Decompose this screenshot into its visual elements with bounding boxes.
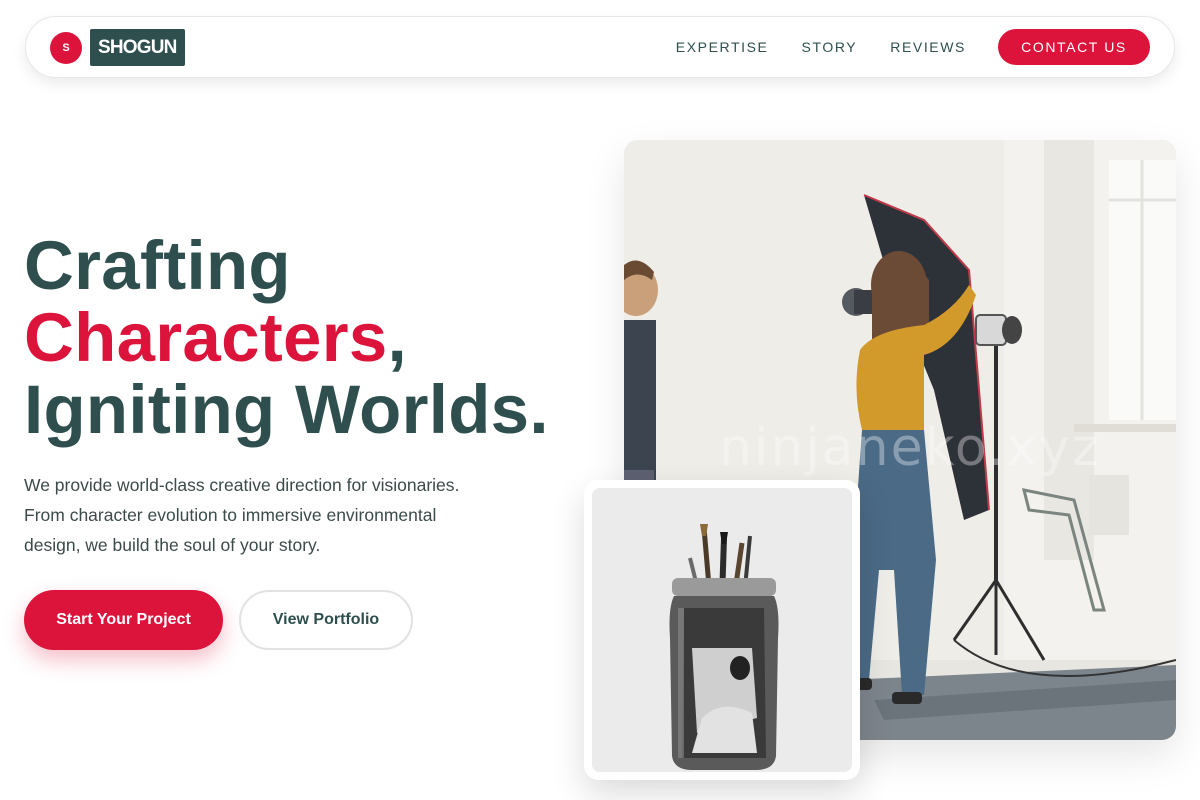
- hero-title-comma: ,: [387, 299, 408, 376]
- start-project-button[interactable]: Start Your Project: [24, 590, 223, 650]
- view-portfolio-button[interactable]: View Portfolio: [239, 590, 413, 650]
- top-navbar: S SHOGUN EXPERTISE STORY REVIEWS CONTACT…: [25, 16, 1175, 78]
- hero-title-line-3: Igniting Worlds.: [24, 371, 549, 448]
- hero-description: We provide world-class creative directio…: [24, 475, 460, 555]
- hero-title-accent-word: Characters: [24, 299, 388, 376]
- jar-photo: [592, 488, 852, 772]
- contact-us-button[interactable]: CONTACT US: [998, 29, 1150, 65]
- logo-wordmark[interactable]: SHOGUN: [90, 29, 185, 66]
- photo-card-jar: [584, 480, 860, 780]
- hero-title-line-1: Crafting: [24, 227, 291, 304]
- nav-link-reviews[interactable]: REVIEWS: [890, 39, 966, 55]
- hero-title-line-2: Characters,: [24, 302, 549, 374]
- nav-links: EXPERTISE STORY REVIEWS: [676, 17, 966, 77]
- logo-mark[interactable]: S: [50, 32, 82, 64]
- nav-link-story[interactable]: STORY: [802, 39, 858, 55]
- nav-link-expertise[interactable]: EXPERTISE: [676, 39, 769, 55]
- hero-title: Crafting Characters, Igniting Worlds.: [24, 230, 549, 446]
- jar-photo-illustration: [592, 488, 852, 772]
- photo-watermark: ninjaneko.xyz: [719, 418, 1102, 478]
